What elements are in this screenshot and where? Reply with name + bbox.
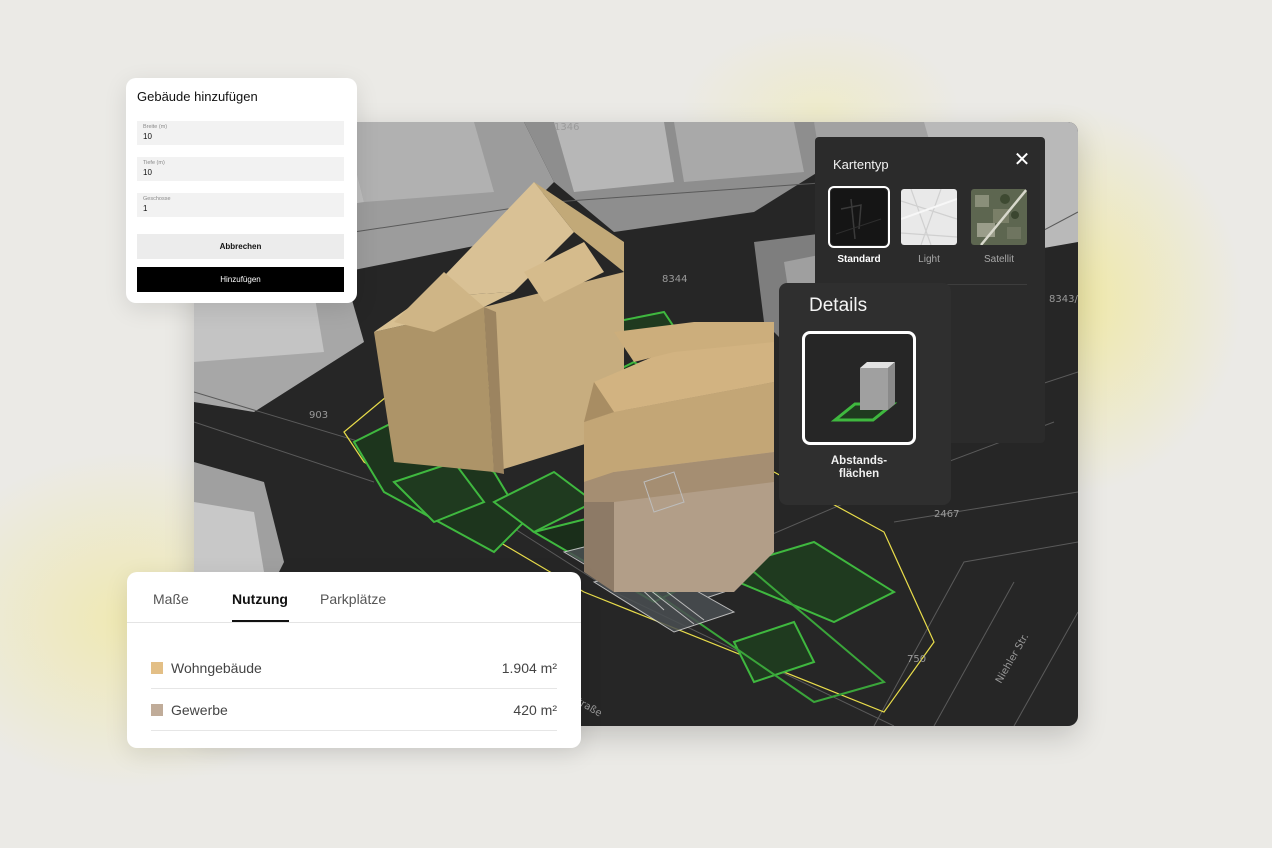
map-type-light-thumbnail[interactable] [901,189,957,245]
details-title: Details [809,295,868,316]
map-type-standard-thumbnail[interactable] [828,186,890,248]
parcel-label: 8344 [662,274,688,285]
cancel-button[interactable]: Abbrechen [137,234,344,259]
tab-masse[interactable]: Maße [153,591,189,607]
width-field-label: Breite (m) [143,124,168,130]
details-panel: Details Abstands- flächen [779,283,951,505]
setback-areas-toggle[interactable] [802,331,916,445]
depth-field-label: Tiefe (m) [143,160,165,166]
setback-areas-label: Abstands- flächen [799,455,919,481]
map-type-satellite-label: Satellit [983,254,1014,265]
list-item: Wohngebäude 1.904 m² [151,647,557,689]
commercial-color-swatch [151,704,163,716]
residential-color-swatch [151,662,163,674]
list-item: Gewerbe 420 m² [151,689,557,731]
depth-field-value[interactable]: 10 [143,168,152,177]
add-button[interactable]: Hinzufügen [137,267,344,292]
tab-nutzung[interactable]: Nutzung [232,591,288,607]
close-icon[interactable]: ✕ [1013,150,1031,170]
setback-areas-label-line2: flächen [838,468,880,480]
active-tab-indicator [232,620,289,622]
parcel-label: 2467 [934,509,960,520]
map-type-satellite-thumbnail[interactable] [971,189,1027,245]
setback-areas-label-line1: Abstands- [830,455,888,467]
map-type-title: Kartentyp [833,157,889,172]
usage-name: Wohngebäude [171,660,262,676]
map-type-standard[interactable]: Standard [828,186,890,265]
setback-cube-icon [830,362,898,422]
usage-area: 420 m² [513,702,557,718]
tab-bar: Maße Nutzung Parkplätze [127,572,581,623]
parcel-label: 8343/1 [1049,294,1078,305]
usage-card: Maße Nutzung Parkplätze Wohngebäude 1.90… [127,572,581,748]
usage-area: 1.904 m² [501,660,557,676]
parcel-label: 750 [907,654,927,665]
parcel-label: 903 [309,410,329,421]
width-field[interactable]: Breite (m) 10 [137,121,344,145]
add-building-card: Gebäude hinzufügen Breite (m) 10 Tiefe (… [126,78,357,303]
parcel-label: 1346 [554,122,580,133]
map-type-light-label: Light [918,254,940,265]
floors-field-value[interactable]: 1 [143,204,147,213]
usage-name: Gewerbe [171,702,228,718]
map-type-light[interactable]: Light [899,189,959,265]
width-field-value[interactable]: 10 [143,132,152,141]
map-type-standard-label: Standard [837,254,881,265]
map-type-satellite[interactable]: Satellit [969,189,1029,265]
tab-parkplaetze[interactable]: Parkplätze [320,591,386,607]
floors-field[interactable]: Geschosse 1 [137,193,344,217]
depth-field[interactable]: Tiefe (m) 10 [137,157,344,181]
floors-field-label: Geschosse [143,196,171,202]
add-building-title: Gebäude hinzufügen [137,89,258,104]
